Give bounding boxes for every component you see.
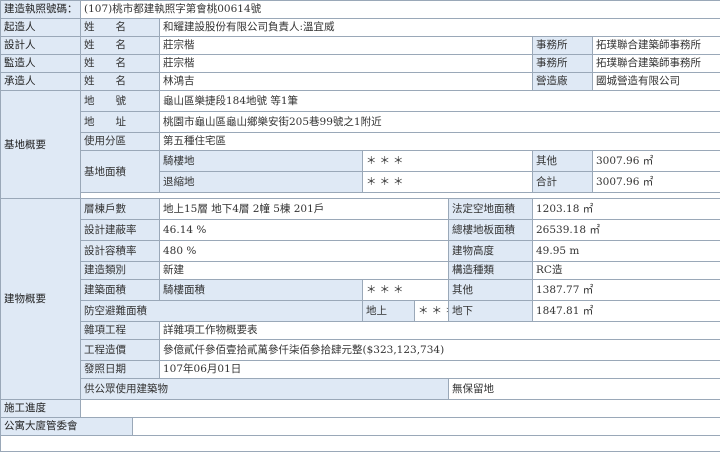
building-far-value: 480 % bbox=[160, 241, 449, 262]
site-lot-row: 基地概要 地 號 龜山區樂捷段184地號 等1筆 bbox=[1, 91, 720, 112]
building-coverage-label: 設計建蔽率 bbox=[81, 220, 160, 241]
building-shelter-row: 防空避難面積 地上 ＊＊＊ 地下 1847.81 ㎡ bbox=[1, 301, 720, 322]
building-misc-label: 雜項工程 bbox=[81, 322, 160, 340]
building-height-label: 建物高度 bbox=[449, 241, 533, 262]
building-height-value: 49.95 m bbox=[533, 241, 720, 262]
building-floors-row: 建物概要 層棟戶數 地上15層 地下4層 2幢 5棟 201戶 法定空地面積 1… bbox=[1, 199, 720, 220]
site-other-label: 其他 bbox=[533, 151, 593, 172]
builder-name-label: 姓 名 bbox=[81, 19, 160, 37]
site-address-row: 地 址 桃園市龜山區龜山鄉樂安街205巷99號之1附近 bbox=[1, 112, 720, 133]
site-zoning-row: 使用分區 第五種住宅區 bbox=[1, 133, 720, 151]
builder-name-value: 和耀建設股份有限公司負責人:溫宜威 bbox=[160, 19, 720, 37]
building-floors-label: 層棟戶數 bbox=[81, 199, 160, 220]
contractor-name-label: 姓 名 bbox=[81, 73, 160, 91]
site-lot-value: 龜山區樂捷段184地號 等1筆 bbox=[160, 91, 720, 112]
site-setback-value: ＊＊＊ bbox=[363, 172, 533, 193]
building-issue-label: 發照日期 bbox=[81, 361, 160, 379]
builder-label: 起造人 bbox=[1, 19, 81, 37]
supervisor-row: 監造人 姓 名 莊宗楷 事務所 拓璞聯合建築師事務所 bbox=[1, 55, 720, 73]
building-cost-row: 工程造價 參億貳仟參佰壹拾貳萬參仟柒佰參拾肆元整($323,123,734) bbox=[1, 340, 720, 361]
building-permit-table: 建造執照號碼： (107)桃市都建執照字第會桃00614號 起造人 姓 名 和耀… bbox=[0, 0, 720, 452]
building-structure-value: RC造 bbox=[533, 262, 720, 280]
supervisor-label: 監造人 bbox=[1, 55, 81, 73]
building-coverage-row: 設計建蔽率 46.14 % 總樓地板面積 26539.18 ㎡ bbox=[1, 220, 720, 241]
building-below-label: 地下 bbox=[449, 301, 533, 322]
progress-label: 施工進度 bbox=[1, 400, 81, 418]
contractor-row: 承造人 姓 名 林鴻吉 營造廠 國城營造有限公司 bbox=[1, 73, 720, 91]
building-cost-label: 工程造價 bbox=[81, 340, 160, 361]
site-address-label: 地 址 bbox=[81, 112, 160, 133]
permit-number-row: 建造執照號碼： (107)桃市都建執照字第會桃00614號 bbox=[1, 1, 720, 19]
contractor-label: 承造人 bbox=[1, 73, 81, 91]
site-lot-label: 地 號 bbox=[81, 91, 160, 112]
builder-row: 起造人 姓 名 和耀建設股份有限公司負責人:溫宜威 bbox=[1, 19, 720, 37]
building-issue-row: 發照日期 107年06月01日 bbox=[1, 361, 720, 379]
permit-number-label: 建造執照號碼： bbox=[1, 1, 81, 19]
building-other-area-value: 1387.77 ㎡ bbox=[533, 280, 720, 301]
building-below-value: 1847.81 ㎡ bbox=[533, 301, 720, 322]
building-structure-label: 構造種類 bbox=[449, 262, 533, 280]
building-misc-row: 雜項工程 詳雜項工作物概要表 bbox=[1, 322, 720, 340]
building-floor-area-label: 總樓地板面積 bbox=[449, 220, 533, 241]
building-issue-value: 107年06月01日 bbox=[160, 361, 720, 379]
site-total-label: 合計 bbox=[533, 172, 593, 193]
designer-name-value: 莊宗楷 bbox=[160, 37, 533, 55]
site-section-label: 基地概要 bbox=[1, 91, 81, 199]
building-far-row: 設計容積率 480 % 建物高度 49.95 m bbox=[1, 241, 720, 262]
site-address-value: 桃園市龜山區龜山鄉樂安街205巷99號之1附近 bbox=[160, 112, 720, 133]
site-arcade-label: 騎樓地 bbox=[160, 151, 363, 172]
contractor-company-label: 營造廠 bbox=[533, 73, 593, 91]
site-arcade-value: ＊＊＊ bbox=[363, 151, 533, 172]
supervisor-office-value: 拓璞聯合建築師事務所 bbox=[593, 55, 720, 73]
supervisor-name-value: 莊宗楷 bbox=[160, 55, 533, 73]
building-public-value: 無保留地 bbox=[449, 379, 720, 400]
supervisor-office-label: 事務所 bbox=[533, 55, 593, 73]
trailing-row bbox=[1, 436, 720, 452]
building-arcade-area-label: 騎樓面積 bbox=[160, 280, 363, 301]
building-floors-value: 地上15層 地下4層 2幢 5棟 201戶 bbox=[160, 199, 449, 220]
progress-row: 施工進度 bbox=[1, 400, 720, 418]
building-type-row: 建造類別 新建 構造種類 RC造 bbox=[1, 262, 720, 280]
building-arcade-area-value: ＊＊＊ bbox=[363, 280, 449, 301]
building-vacant-label: 法定空地面積 bbox=[449, 199, 533, 220]
contractor-company-value: 國城營造有限公司 bbox=[593, 73, 720, 91]
designer-label: 設計人 bbox=[1, 37, 81, 55]
supervisor-name-label: 姓 名 bbox=[81, 55, 160, 73]
building-area-row: 建築面積 騎樓面積 ＊＊＊ 其他 1387.77 ㎡ bbox=[1, 280, 720, 301]
building-floor-area-value: 26539.18 ㎡ bbox=[533, 220, 720, 241]
trailing-cell bbox=[1, 436, 720, 452]
site-area-label: 基地面積 bbox=[81, 151, 160, 193]
building-far-label: 設計容積率 bbox=[81, 241, 160, 262]
building-section-label: 建物概要 bbox=[1, 199, 81, 400]
designer-office-value: 拓璞聯合建築師事務所 bbox=[593, 37, 720, 55]
building-public-label: 供公眾使用建築物 bbox=[81, 379, 449, 400]
designer-name-label: 姓 名 bbox=[81, 37, 160, 55]
committee-value bbox=[133, 418, 720, 436]
site-total-value: 3007.96 ㎡ bbox=[593, 172, 720, 193]
building-public-row: 供公眾使用建築物 無保留地 bbox=[1, 379, 720, 400]
building-cost-value: 參億貳仟參佰壹拾貳萬參仟柒佰參拾肆元整($323,123,734) bbox=[160, 340, 720, 361]
designer-row: 設計人 姓 名 莊宗楷 事務所 拓璞聯合建築師事務所 bbox=[1, 37, 720, 55]
building-above-value: ＊＊＊ bbox=[415, 301, 449, 322]
site-arcade-row: 基地面積 騎樓地 ＊＊＊ 其他 3007.96 ㎡ bbox=[1, 151, 720, 172]
site-other-value: 3007.96 ㎡ bbox=[593, 151, 720, 172]
building-area-label: 建築面積 bbox=[81, 280, 160, 301]
committee-label: 公寓大廈管委會 bbox=[1, 418, 133, 436]
building-type-value: 新建 bbox=[160, 262, 449, 280]
site-zoning-label: 使用分區 bbox=[81, 133, 160, 151]
progress-value bbox=[81, 400, 720, 418]
contractor-name-value: 林鴻吉 bbox=[160, 73, 533, 91]
building-other-area-label: 其他 bbox=[449, 280, 533, 301]
designer-office-label: 事務所 bbox=[533, 37, 593, 55]
building-type-label: 建造類別 bbox=[81, 262, 160, 280]
building-above-label: 地上 bbox=[363, 301, 415, 322]
building-vacant-value: 1203.18 ㎡ bbox=[533, 199, 720, 220]
site-setback-label: 退縮地 bbox=[160, 172, 363, 193]
site-zoning-value: 第五種住宅區 bbox=[160, 133, 720, 151]
permit-number-value: (107)桃市都建執照字第會桃00614號 bbox=[81, 1, 720, 19]
building-shelter-label: 防空避難面積 bbox=[81, 301, 363, 322]
building-coverage-value: 46.14 % bbox=[160, 220, 449, 241]
committee-row: 公寓大廈管委會 bbox=[1, 418, 720, 436]
building-misc-value: 詳雜項工作物概要表 bbox=[160, 322, 720, 340]
